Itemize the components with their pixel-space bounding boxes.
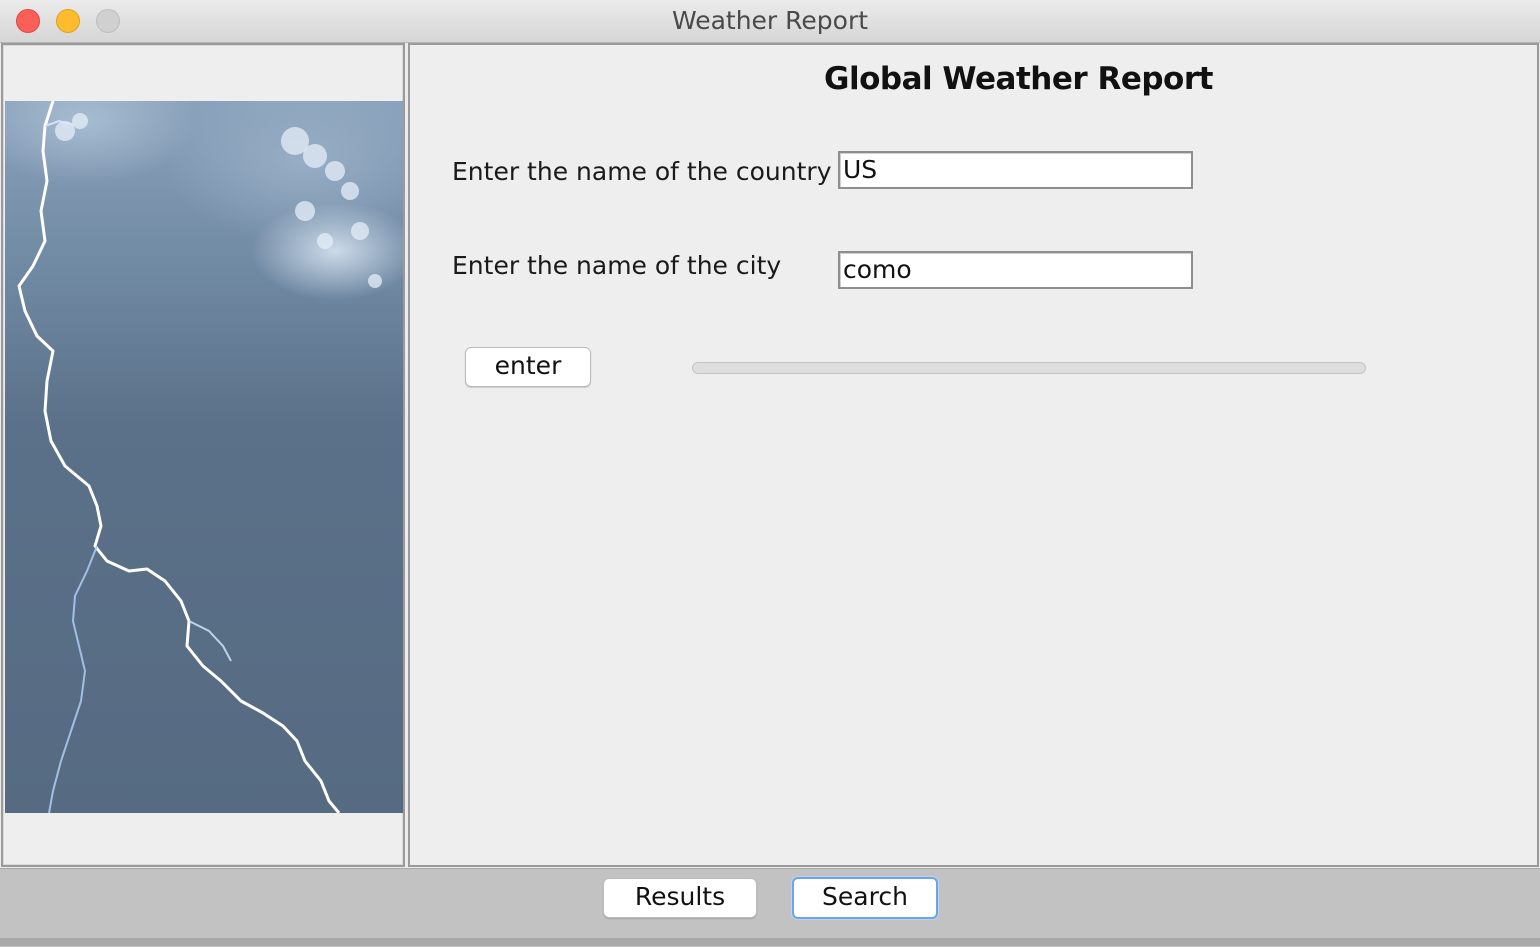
progress-bar [692, 362, 1366, 374]
window-title: Weather Report [671, 6, 869, 35]
search-form-panel: Global Weather Report Enter the name of … [408, 43, 1539, 867]
city-input[interactable]: como [838, 251, 1193, 289]
image-panel [1, 43, 405, 867]
weather-report-window: Weather Report Global Weather Report Ent… [0, 0, 1540, 947]
city-label: Enter the name of the city [452, 251, 782, 280]
tab-bar: Results Search [0, 868, 1540, 947]
tab-results[interactable]: Results [603, 878, 757, 918]
country-label: Enter the name of the country [452, 157, 832, 186]
country-input[interactable]: US [838, 151, 1193, 189]
title-bar[interactable]: Weather Report [0, 0, 1540, 43]
storm-lightning-image [5, 101, 403, 813]
enter-button[interactable]: enter [465, 347, 591, 387]
tab-search[interactable]: Search [792, 877, 938, 919]
window-bottom-edge [0, 938, 1540, 946]
page-title: Global Weather Report [824, 61, 1213, 97]
